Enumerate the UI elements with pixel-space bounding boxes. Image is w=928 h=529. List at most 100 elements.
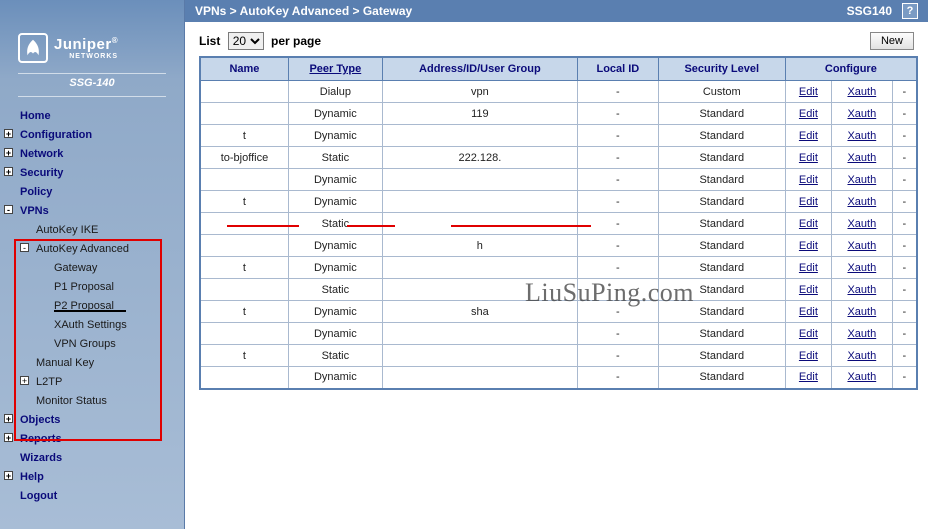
cell-dash: - [892, 103, 917, 125]
nav-wizards[interactable]: Wizards [0, 449, 184, 468]
table-row: t Dynamic -StandardEditXauth- [200, 191, 917, 213]
nav-home[interactable]: Home [0, 107, 184, 126]
plus-icon[interactable]: + [4, 471, 13, 480]
edit-link[interactable]: Edit [799, 108, 818, 120]
nav-autokey-ike[interactable]: AutoKey IKE [0, 221, 184, 240]
cell-xauth: Xauth [832, 345, 893, 367]
xauth-link[interactable]: Xauth [847, 174, 876, 186]
cell-name: t [200, 301, 288, 323]
xauth-link[interactable]: Xauth [847, 371, 876, 383]
breadcrumb-text: VPNs > AutoKey Advanced > Gateway [195, 4, 412, 18]
edit-link[interactable]: Edit [799, 371, 818, 383]
col-peer-type[interactable]: Peer Type [288, 57, 382, 81]
cell-security: Standard [658, 323, 785, 345]
nav-security[interactable]: +Security [0, 164, 184, 183]
nav-configuration[interactable]: +Configuration [0, 126, 184, 145]
plus-icon[interactable]: + [4, 129, 13, 138]
cell-peer: Static [288, 213, 382, 235]
xauth-link[interactable]: Xauth [847, 152, 876, 164]
edit-link[interactable]: Edit [799, 350, 818, 362]
cell-address [382, 213, 577, 235]
cell-xauth: Xauth [832, 367, 893, 389]
cell-local: - [577, 147, 658, 169]
per-page-select[interactable]: 20 [228, 32, 264, 50]
edit-link[interactable]: Edit [799, 240, 818, 252]
edit-link[interactable]: Edit [799, 130, 818, 142]
cell-xauth: Xauth [832, 257, 893, 279]
nav-p2-proposal[interactable]: P2 Proposal [0, 297, 184, 316]
edit-link[interactable]: Edit [799, 86, 818, 98]
logo: Juniper® NETWORKS [0, 25, 184, 73]
new-button[interactable]: New [870, 32, 914, 50]
cell-xauth: Xauth [832, 169, 893, 191]
edit-link[interactable]: Edit [799, 328, 818, 340]
xauth-link[interactable]: Xauth [847, 350, 876, 362]
nav-gateway[interactable]: Gateway [0, 259, 184, 278]
cell-dash: - [892, 147, 917, 169]
plus-icon[interactable]: + [4, 433, 13, 442]
xauth-link[interactable]: Xauth [847, 240, 876, 252]
cell-name: t [200, 345, 288, 367]
cell-security: Standard [658, 191, 785, 213]
edit-link[interactable]: Edit [799, 284, 818, 296]
cell-xauth: Xauth [832, 103, 893, 125]
edit-link[interactable]: Edit [799, 174, 818, 186]
cell-xauth: Xauth [832, 235, 893, 257]
nav-monitor-status[interactable]: Monitor Status [0, 392, 184, 411]
xauth-link[interactable]: Xauth [847, 284, 876, 296]
xauth-link[interactable]: Xauth [847, 306, 876, 318]
plus-icon[interactable]: + [4, 167, 13, 176]
xauth-link[interactable]: Xauth [847, 218, 876, 230]
plus-icon[interactable]: + [4, 148, 13, 157]
edit-link[interactable]: Edit [799, 196, 818, 208]
nav-manual-key[interactable]: Manual Key [0, 354, 184, 373]
nav-l2tp[interactable]: +L2TP [0, 373, 184, 392]
xauth-link[interactable]: Xauth [847, 262, 876, 274]
edit-link[interactable]: Edit [799, 306, 818, 318]
col-address: Address/ID/User Group [382, 57, 577, 81]
nav-policy[interactable]: Policy [0, 183, 184, 202]
table-row: Dynamich-StandardEditXauth- [200, 235, 917, 257]
nav-p1-proposal[interactable]: P1 Proposal [0, 278, 184, 297]
cell-dash: - [892, 191, 917, 213]
cell-name [200, 103, 288, 125]
cell-xauth: Xauth [832, 125, 893, 147]
xauth-link[interactable]: Xauth [847, 130, 876, 142]
cell-edit: Edit [785, 279, 831, 301]
list-per-page: List 20 per page [199, 32, 321, 50]
table-row: to-bjofficeStatic222.128.-StandardEditXa… [200, 147, 917, 169]
nav-logout[interactable]: Logout [0, 487, 184, 506]
xauth-link[interactable]: Xauth [847, 328, 876, 340]
cell-peer: Dynamic [288, 323, 382, 345]
help-icon[interactable]: ? [902, 3, 918, 19]
cell-local: - [577, 301, 658, 323]
plus-icon[interactable]: + [20, 376, 29, 385]
edit-link[interactable]: Edit [799, 218, 818, 230]
edit-link[interactable]: Edit [799, 262, 818, 274]
edit-link[interactable]: Edit [799, 152, 818, 164]
cell-dash: - [892, 257, 917, 279]
minus-icon[interactable]: - [20, 243, 29, 252]
nav-xauth-settings[interactable]: XAuth Settings [0, 316, 184, 335]
cell-local: - [577, 279, 658, 301]
cell-security: Custom [658, 81, 785, 103]
xauth-link[interactable]: Xauth [847, 196, 876, 208]
minus-icon[interactable]: - [4, 205, 13, 214]
cell-local: - [577, 191, 658, 213]
plus-icon[interactable]: + [4, 414, 13, 423]
nav-help[interactable]: +Help [0, 468, 184, 487]
nav-autokey-advanced[interactable]: -AutoKey Advanced [0, 240, 184, 259]
cell-name [200, 235, 288, 257]
nav-objects[interactable]: +Objects [0, 411, 184, 430]
nav-vpns[interactable]: -VPNs [0, 202, 184, 221]
xauth-link[interactable]: Xauth [847, 108, 876, 120]
nav-reports[interactable]: +Reports [0, 430, 184, 449]
xauth-link[interactable]: Xauth [847, 86, 876, 98]
nav-network[interactable]: +Network [0, 145, 184, 164]
cell-security: Standard [658, 235, 785, 257]
cell-edit: Edit [785, 257, 831, 279]
logo-text: Juniper® NETWORKS [54, 36, 118, 60]
cell-address [382, 279, 577, 301]
cell-security: Standard [658, 367, 785, 389]
nav-vpn-groups[interactable]: VPN Groups [0, 335, 184, 354]
